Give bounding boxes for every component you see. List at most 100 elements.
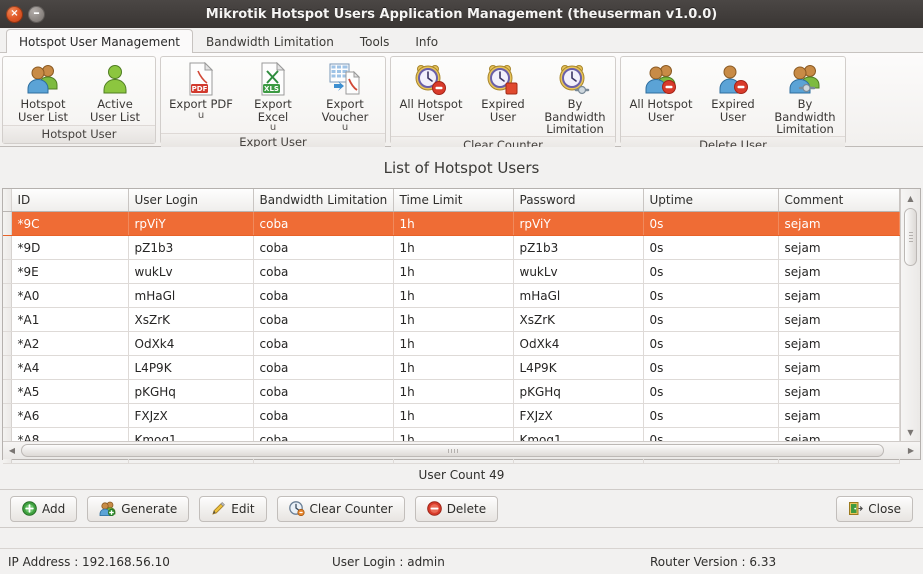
table-row[interactable]: *9E wukLv coba 1h wukLv 0s sejam [3,259,900,284]
column-header-time-limit[interactable]: Time Limit [393,189,514,212]
ribbon-button-label: Expired User [711,97,755,124]
user-expired-delete-icon [716,62,750,96]
user-green-icon [98,62,132,96]
row-handle [3,211,12,236]
row-handle [3,235,12,260]
cell-id: *A6 [11,403,129,428]
button-label: Generate [121,501,178,516]
table-row[interactable]: *A0 mHaGl coba 1h mHaGl 0s sejam [3,283,900,308]
cell-id: *9D [11,235,129,260]
cell-user-login: wukLv [128,259,254,284]
vertical-scrollbar[interactable]: ▲ ▼ [900,189,920,441]
ribbon-group-export-user: PDF Export PDF u XLS Export Excel u Expo… [160,56,386,151]
cell-user-login: mHaGl [128,283,254,308]
close-window-button[interactable]: × [6,5,23,23]
column-header-user-login[interactable]: User Login [128,189,254,212]
ribbon-button-sublabel: u [197,109,205,121]
tab-tools[interactable]: Tools [347,29,403,53]
table-row[interactable]: *A6 FXJzX coba 1h FXJzX 0s sejam [3,403,900,428]
cell-bandwidth: coba [253,283,394,308]
vertical-scroll-thumb[interactable] [904,208,917,266]
minimize-icon: – [33,5,40,21]
clear-counter-button[interactable]: Clear Counter [276,495,405,522]
ribbon-button-delete-expired-user[interactable]: Expired User [697,60,769,123]
tab-info[interactable]: Info [402,29,451,53]
cell-id: *A2 [11,331,129,356]
ribbon-button-clear-counter-all-hotspot-user[interactable]: All Hotspot User [395,60,467,123]
tab-bandwidth-limitation[interactable]: Bandwidth Limitation [193,29,347,53]
cell-password: pZ1b3 [513,235,644,260]
cell-uptime: 0s [643,211,779,236]
cell-comment: sejam [778,259,900,284]
ribbon-group-clear-counter: All Hotspot User Expired User By Bandwid… [390,56,616,154]
cell-password: wukLv [513,259,644,284]
scroll-up-icon[interactable]: ▲ [904,191,918,205]
cell-comment: sejam [778,403,900,428]
column-header-password[interactable]: Password [513,189,644,212]
ribbon-button-export-pdf[interactable]: PDF Export PDF u [165,60,237,121]
minimize-window-button[interactable]: – [28,5,45,23]
cell-user-login: rpViY [128,211,254,236]
button-label: Add [42,501,66,516]
ribbon-button-active-user-list[interactable]: Active User List [79,60,151,123]
tab-hotspot-user-management[interactable]: Hotspot User Management [6,29,194,53]
scroll-left-icon[interactable]: ◀ [5,444,19,458]
row-handle [3,283,12,308]
table-row[interactable]: *9C rpViY coba 1h rpViY 0s sejam [3,211,900,236]
vertical-scroll-track[interactable] [904,206,917,424]
ribbon-button-label: By Bandwidth Limitation [544,97,606,136]
horizontal-scroll-track[interactable] [21,444,902,457]
cell-uptime: 0s [643,235,779,260]
button-label: Clear Counter [309,501,393,516]
user-delete-icon [644,62,678,96]
column-header-id[interactable]: ID [11,189,129,212]
column-header-bandwidth-limitation[interactable]: Bandwidth Limitation [253,189,394,212]
horizontal-scroll-thumb[interactable] [21,444,885,457]
edit-button[interactable]: Edit [199,495,267,522]
ribbon-button-delete-all-hotspot-user[interactable]: All Hotspot User [625,60,697,123]
row-handle [3,307,12,332]
column-header-uptime[interactable]: Uptime [643,189,779,212]
cell-uptime: 0s [643,283,779,308]
table-row[interactable]: *A2 OdXk4 coba 1h OdXk4 0s sejam [3,331,900,356]
scroll-right-icon[interactable]: ▶ [904,444,918,458]
delete-button[interactable]: Delete [414,495,499,522]
cell-password: XsZrK [513,307,644,332]
table-row[interactable]: *A5 pKGHq coba 1h pKGHq 0s sejam [3,379,900,404]
close-button[interactable]: Close [836,495,913,522]
cell-user-login: L4P9K [128,355,254,380]
pencil-icon [211,501,226,516]
cell-time-limit: 1h [393,307,514,332]
ribbon-button-label: Export Voucher [321,97,369,124]
ribbon-button-delete-by-bandwidth-limitation[interactable]: By Bandwidth Limitation [769,60,841,136]
generate-button[interactable]: Generate [87,495,190,522]
table-row[interactable]: *A1 XsZrK coba 1h XsZrK 0s sejam [3,307,900,332]
tab-label: Info [415,34,439,49]
button-label: Edit [231,501,255,516]
ribbon-button-hotspot-user-list[interactable]: Hotspot User List [7,60,79,123]
ribbon-button-export-voucher[interactable]: Export Voucher u [309,60,381,133]
table-row[interactable]: *A4 L4P9K coba 1h L4P9K 0s sejam [3,355,900,380]
cell-time-limit: 1h [393,235,514,260]
users-link-icon [788,62,822,96]
row-handle [3,355,12,380]
horizontal-scrollbar[interactable]: ◀ ▶ [3,441,920,459]
users-table-body: *9C rpViY coba 1h rpViY 0s sejam *9D pZ1… [3,211,900,464]
column-header-comment[interactable]: Comment [778,189,900,212]
ribbon-button-clear-counter-by-bandwidth-limitation[interactable]: By Bandwidth Limitation [539,60,611,136]
cell-comment: sejam [778,211,900,236]
table-row[interactable]: *9D pZ1b3 coba 1h pZ1b3 0s sejam [3,235,900,260]
cell-bandwidth: coba [253,403,394,428]
add-button[interactable]: Add [10,495,78,522]
cell-time-limit: 1h [393,331,514,356]
ribbon-button-label: Hotspot User List [18,97,68,124]
ribbon-button-export-excel[interactable]: XLS Export Excel u [237,60,309,133]
exit-door-icon [848,501,864,516]
ribbon-button-sublabel: u [269,122,277,133]
cell-time-limit: 1h [393,259,514,284]
ribbon-button-clear-counter-expired-user[interactable]: Expired User [467,60,539,123]
cell-password: L4P9K [513,355,644,380]
scroll-down-icon[interactable]: ▼ [904,425,918,439]
tab-label: Tools [359,34,390,49]
ribbon-button-label: All Hotspot User [629,97,693,124]
